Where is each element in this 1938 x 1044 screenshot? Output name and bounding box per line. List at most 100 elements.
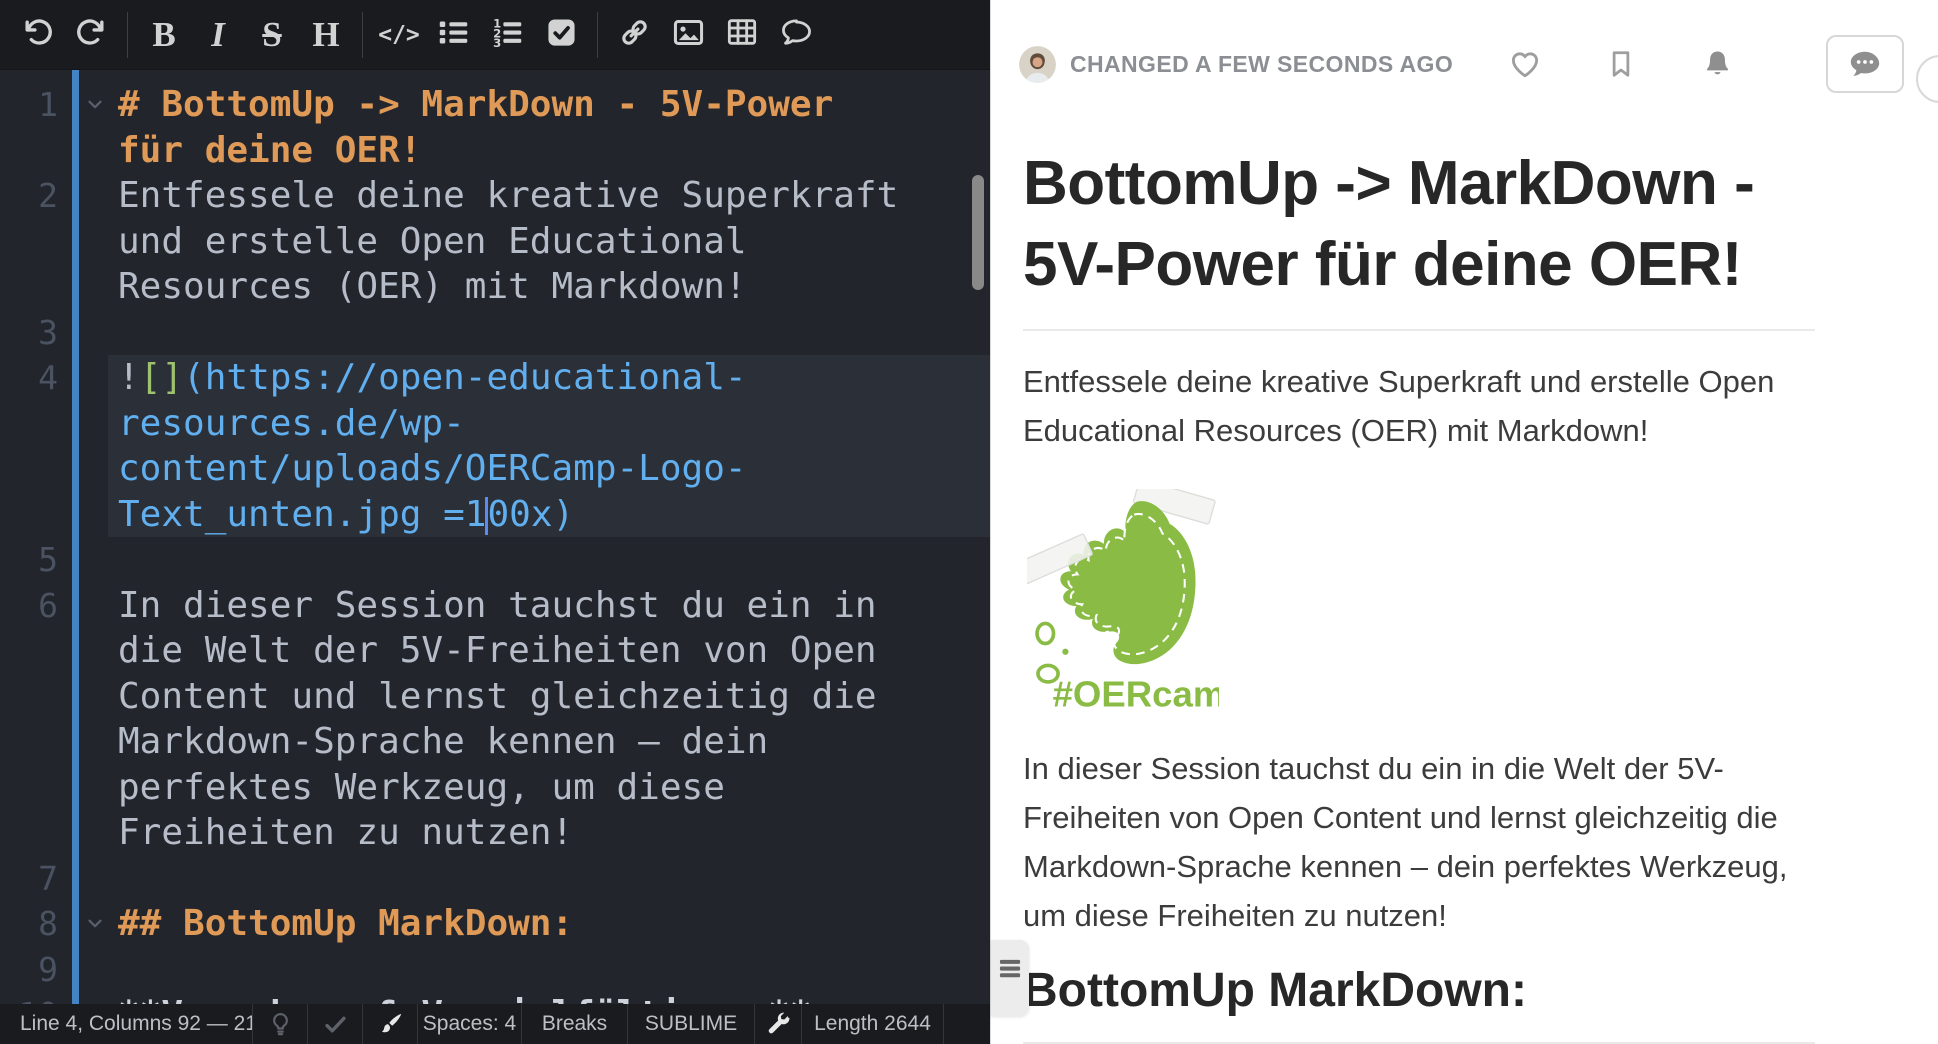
line-number-4: 4 xyxy=(0,355,58,401)
editor-pane: BISH</>123 12345678910 # BottomUp -> Mar… xyxy=(0,0,990,1044)
last-changed-label: CHANGED A FEW SECONDS AGO xyxy=(1070,51,1453,78)
code-row-line-4[interactable]: Text_unten.jpg =100x) xyxy=(108,492,990,538)
code-row-line-1[interactable]: für deine OER! xyxy=(108,128,990,174)
paragraph-intro: Entfessele deine kreative Superkraft und… xyxy=(1023,357,1815,455)
note-actions xyxy=(1508,35,1904,93)
code-row-line-10[interactable]: **Verwahren & Vervielfältigen:** xyxy=(108,992,990,1004)
redo-button[interactable] xyxy=(64,7,118,63)
status-linebreaks[interactable]: Breaks xyxy=(522,1004,628,1044)
code-area[interactable]: # BottomUp -> MarkDown - 5V-Powerfür dei… xyxy=(108,70,990,1004)
list-ol-button[interactable]: 123 xyxy=(480,7,534,63)
code-row-line-2[interactable]: Resources (OER) mit Markdown! xyxy=(108,264,990,310)
editor-scrollbar-thumb[interactable] xyxy=(972,175,984,290)
list-ol-icon: 123 xyxy=(491,16,524,54)
fold-chevron-icon[interactable] xyxy=(84,93,106,120)
code-row-line-4[interactable]: ![](https://open-educational- xyxy=(108,355,990,401)
comment-icon xyxy=(780,16,813,54)
status-indent[interactable]: Spaces: 4 xyxy=(418,1004,522,1044)
code-row-line-5[interactable] xyxy=(108,537,990,583)
code-row-line-6[interactable]: Markdown-Sprache kennen – dein xyxy=(108,719,990,765)
table-icon xyxy=(726,16,758,53)
check-icon xyxy=(322,1011,349,1038)
code-row-line-6[interactable]: In dieser Session tauchst du ein in xyxy=(108,583,990,629)
line-number-9: 9 xyxy=(0,947,58,993)
lightbulb-icon xyxy=(267,1011,294,1038)
avatar xyxy=(1019,46,1056,83)
floating-widget[interactable] xyxy=(1916,55,1938,103)
comments-button[interactable] xyxy=(1826,35,1904,93)
svg-text:3: 3 xyxy=(493,35,501,48)
app-window: BISH</>123 12345678910 # BottomUp -> Mar… xyxy=(0,0,1938,1044)
undo-icon xyxy=(22,17,53,53)
line-number-6: 6 xyxy=(0,583,58,629)
editor-gutter: 12345678910 xyxy=(0,70,108,1004)
code-row-line-7[interactable] xyxy=(108,856,990,902)
strikethrough-icon: S xyxy=(262,17,281,52)
status-spellcheck[interactable] xyxy=(308,1004,363,1044)
code-row-line-6[interactable]: Freiheiten zu nutzen! xyxy=(108,810,990,856)
code-row-line-9[interactable] xyxy=(108,947,990,993)
status-keymap[interactable]: SUBLIME xyxy=(628,1004,755,1044)
wrench-icon xyxy=(765,1011,792,1038)
bookmark-icon[interactable] xyxy=(1604,47,1638,81)
preview-pane: CHANGED A FEW SECONDS AGO BottomUp -> Ma… xyxy=(990,0,1938,1044)
status-theme[interactable] xyxy=(363,1004,418,1044)
rendered-markdown: BottomUp -> MarkDown - 5V-Power für dein… xyxy=(1023,90,1815,1044)
section-heading: BottomUp MarkDown: xyxy=(1023,964,1815,1018)
code-row-line-6[interactable]: die Welt der 5V-Freiheiten von Open xyxy=(108,628,990,674)
code-row-line-2[interactable]: Entfessele deine kreative Superkraft xyxy=(108,173,990,219)
code-row-line-3[interactable] xyxy=(108,310,990,356)
page-title: BottomUp -> MarkDown - 5V-Power für dein… xyxy=(1023,144,1815,305)
list-ul-button[interactable] xyxy=(426,7,480,63)
table-button[interactable] xyxy=(715,7,769,63)
title-divider xyxy=(1023,329,1815,331)
toolbar-divider xyxy=(127,12,128,58)
undo-button[interactable] xyxy=(10,7,64,63)
status-length[interactable]: Length 2644 xyxy=(802,1004,944,1044)
status-bar: Line 4, Columns 92 — 21 Spaces: 4BreaksSU… xyxy=(0,1004,990,1044)
status-night-mode[interactable] xyxy=(253,1004,308,1044)
line-number-5: 5 xyxy=(0,537,58,583)
code-row-line-4[interactable]: content/uploads/OERCamp-Logo- xyxy=(108,446,990,492)
paintbrush-icon xyxy=(377,1011,404,1038)
code-row-line-6[interactable]: perfektes Werkzeug, um diese xyxy=(108,765,990,811)
italic-button[interactable]: I xyxy=(191,7,245,63)
code-row-line-4[interactable]: resources.de/wp- xyxy=(108,401,990,447)
header-icon: H xyxy=(312,17,339,52)
toc-toggle[interactable] xyxy=(991,940,1029,1016)
code-row-line-2[interactable]: und erstelle Open Educational xyxy=(108,219,990,265)
toolbar-divider xyxy=(597,12,598,58)
line-number-3: 3 xyxy=(0,310,58,356)
line-number-1: 1 xyxy=(0,82,58,128)
editor-toolbar: B I SH </> 123 xyxy=(0,0,990,70)
link-icon xyxy=(618,16,651,54)
header-button[interactable]: H xyxy=(299,7,353,63)
status-preferences[interactable] xyxy=(755,1004,802,1044)
line-number-10: 10 xyxy=(0,992,58,1004)
line-number-7: 7 xyxy=(0,856,58,902)
notifications-bell-icon[interactable] xyxy=(1700,47,1734,81)
status-cursor-position[interactable]: Line 4, Columns 92 — 21 xyxy=(0,1004,253,1044)
bold-icon: B xyxy=(152,17,175,52)
fold-chevron-icon[interactable] xyxy=(84,912,106,939)
code-row-line-8[interactable]: ## BottomUp MarkDown: xyxy=(108,901,990,947)
check-square-button[interactable] xyxy=(534,7,588,63)
toolbar-divider xyxy=(362,12,363,58)
strikethrough-button[interactable]: S xyxy=(245,7,299,63)
paragraph-session: In dieser Session tauchst du ein in die … xyxy=(1023,744,1815,940)
code-button[interactable]: </> xyxy=(372,7,426,63)
oercamp-logo-text: #OERcamp xyxy=(1053,674,1219,713)
code-row-line-6[interactable]: Content und lernst gleichzeitig die xyxy=(108,674,990,720)
line-number-8: 8 xyxy=(0,901,58,947)
editor-body[interactable]: 12345678910 # BottomUp -> MarkDown - 5V-… xyxy=(0,70,990,1004)
image-button[interactable] xyxy=(661,7,715,63)
line-number-2: 2 xyxy=(0,173,58,219)
comment-button[interactable] xyxy=(769,7,823,63)
link-button[interactable] xyxy=(607,7,661,63)
italic-icon: I xyxy=(211,17,225,52)
code-row-line-1[interactable]: # BottomUp -> MarkDown - 5V-Power xyxy=(108,82,990,128)
like-heart-icon[interactable] xyxy=(1508,47,1542,81)
hamburger-icon xyxy=(999,956,1022,984)
bold-button[interactable]: B xyxy=(137,7,191,63)
preview-header: CHANGED A FEW SECONDS AGO xyxy=(1019,38,1904,90)
